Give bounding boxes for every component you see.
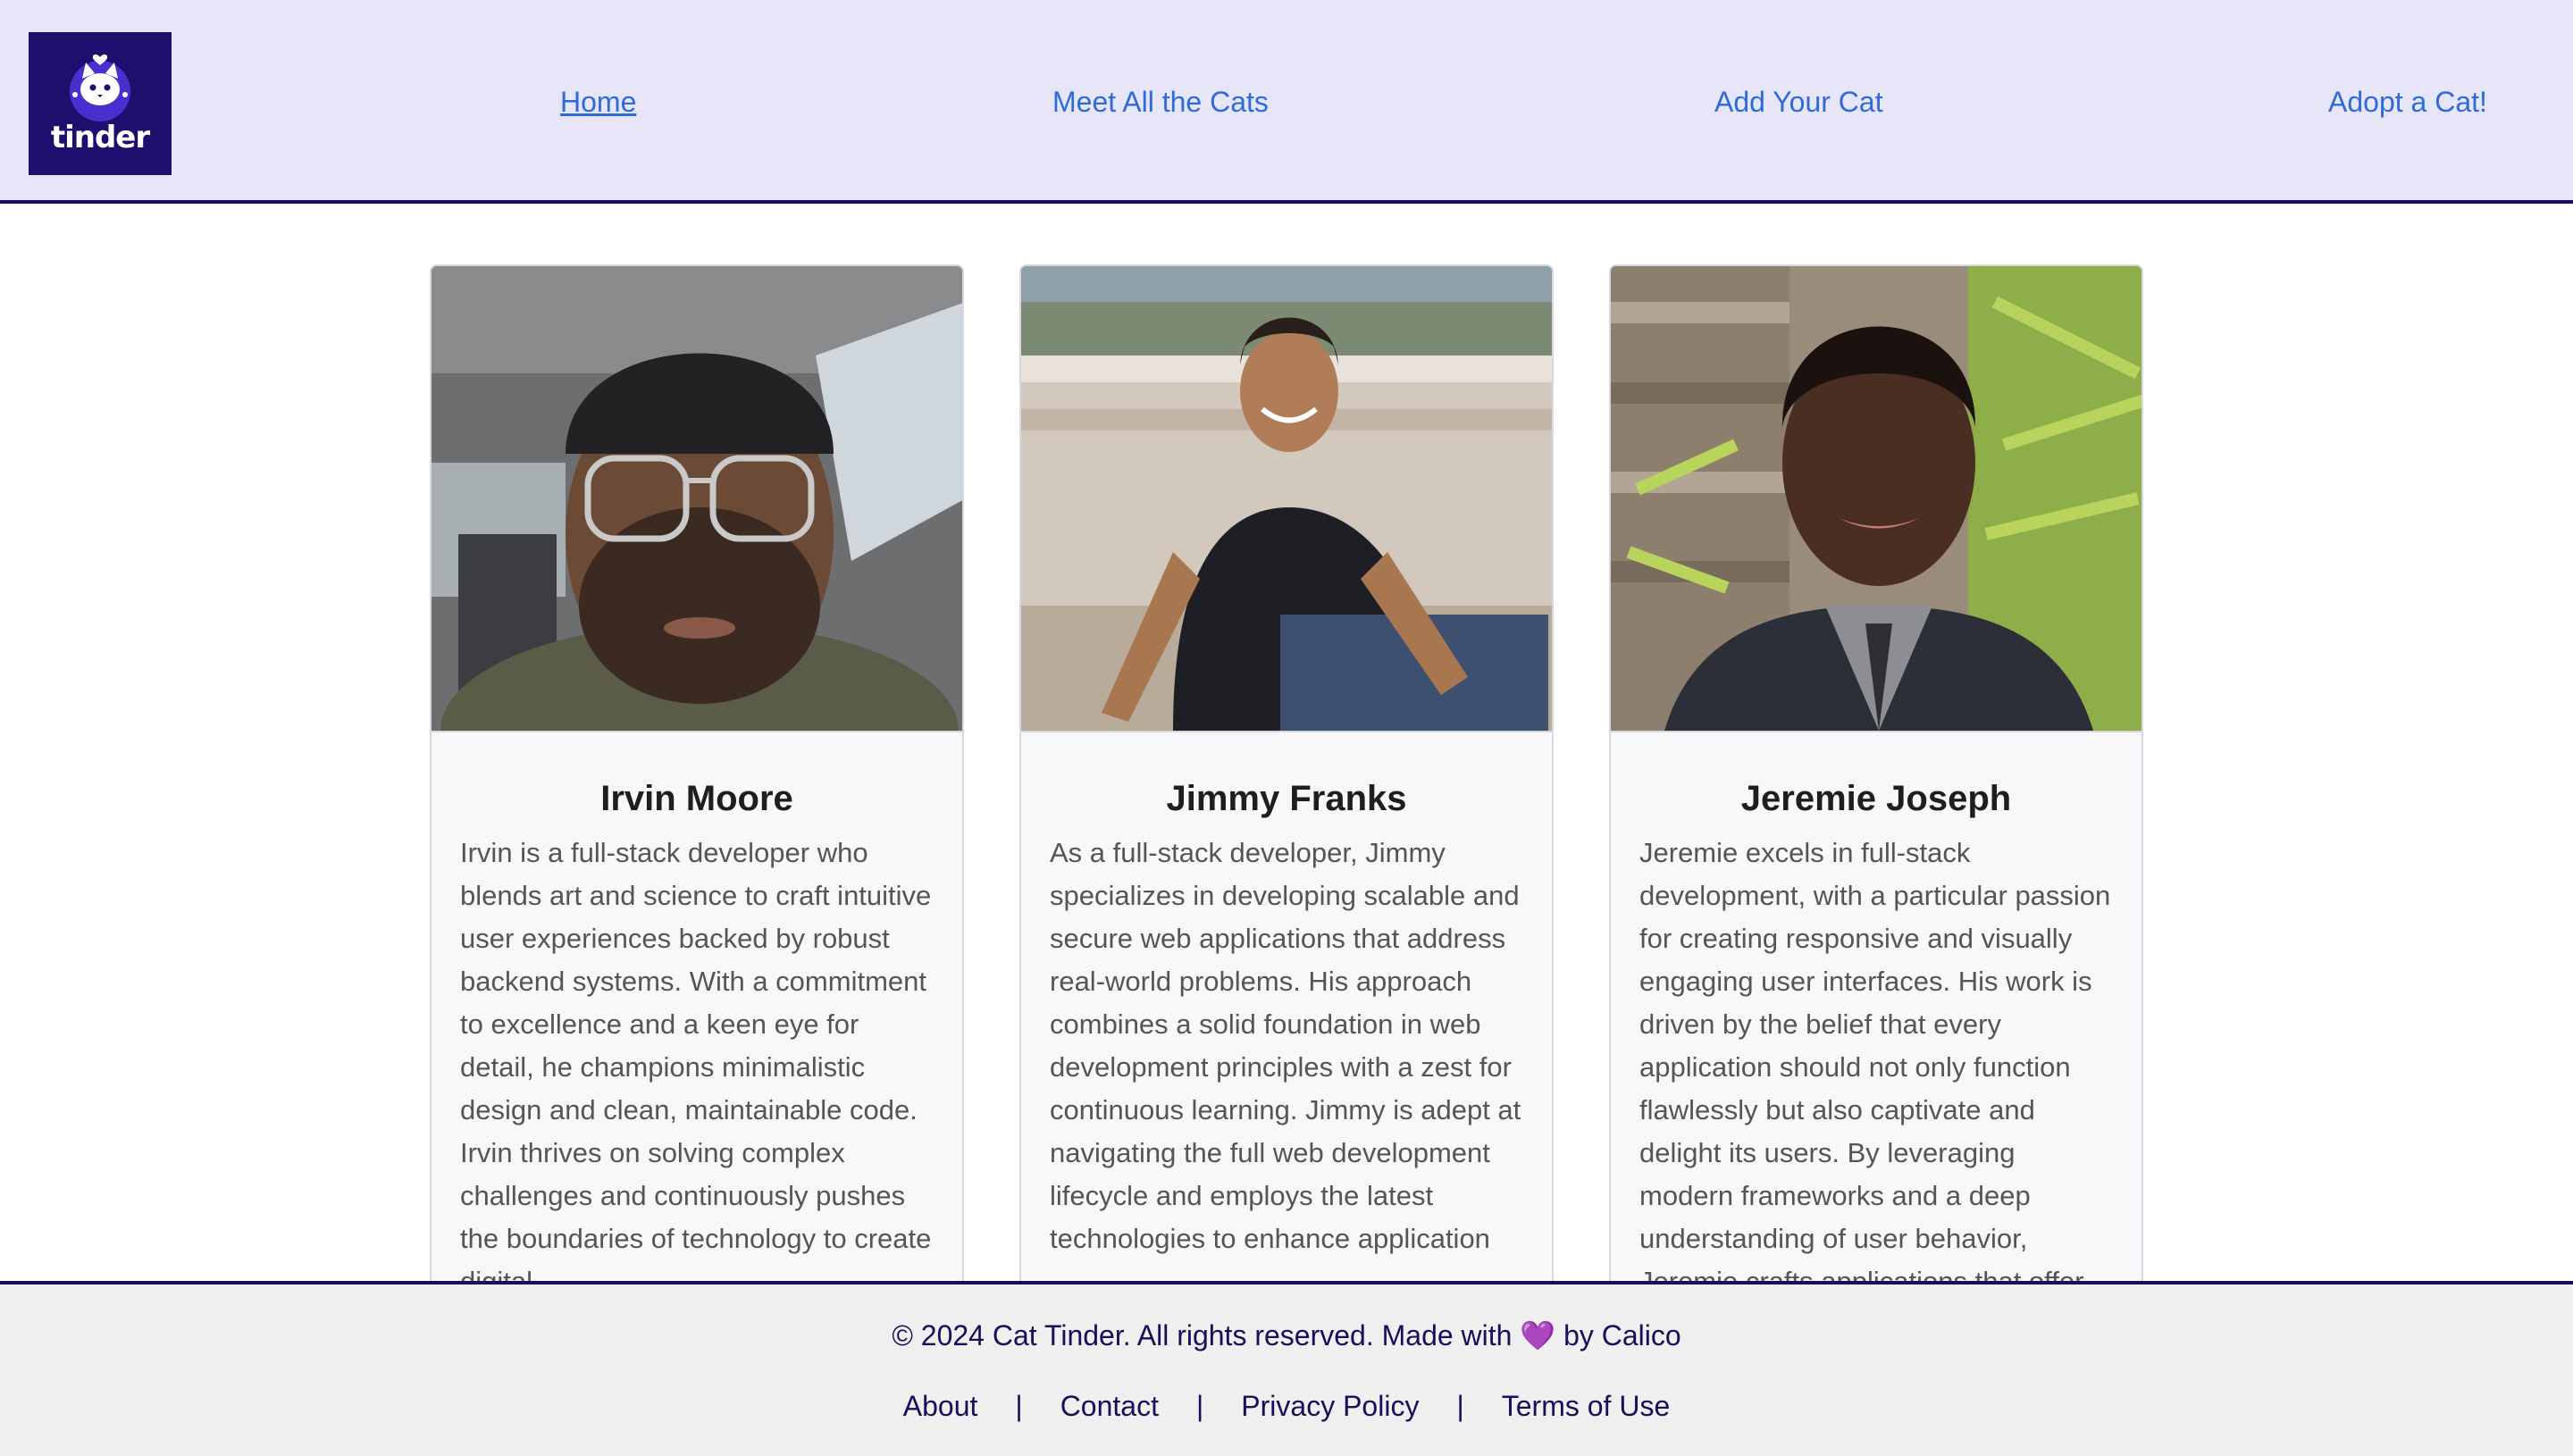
profile-card[interactable]: Jimmy Franks As a full-stack developer, … [1019, 264, 1554, 1281]
profile-card[interactable]: Jeremie Joseph Jeremie excels in full-st… [1609, 264, 2143, 1281]
site-header: tinder Home Meet All the Cats Add Your C… [0, 0, 2573, 204]
footer-contact-link[interactable]: Contact [1060, 1390, 1159, 1423]
copyright-text: © 2024 Cat Tinder. All rights reserved. … [0, 1318, 2573, 1352]
brand-name: tinder [50, 120, 150, 155]
footer-links: About | Contact | Privacy Policy | Terms… [0, 1390, 2573, 1423]
heart-icon: 💜 [1520, 1319, 1556, 1351]
profile-card[interactable]: Irvin Moore Irvin is a full-stack develo… [430, 264, 964, 1281]
profile-name: Irvin Moore [600, 779, 793, 818]
profile-name: Jeremie Joseph [1740, 779, 2012, 818]
site-footer: © 2024 Cat Tinder. All rights reserved. … [0, 1281, 2573, 1456]
profile-cards-area: Irvin Moore Irvin is a full-stack develo… [0, 204, 2573, 1281]
cat-heart-icon [70, 54, 130, 121]
profile-bio: Irvin is a full-stack developer who blen… [460, 837, 932, 1281]
profile-bio: Jeremie excels in full-stack development… [1639, 837, 2111, 1281]
footer-separator: | [1195, 1390, 1204, 1422]
nav-home-link[interactable]: Home [560, 86, 636, 119]
nav-add-cat-link[interactable]: Add Your Cat [1714, 86, 1883, 119]
profile-photo [1611, 266, 2141, 732]
copyright-suffix: by Calico [1563, 1319, 1681, 1351]
footer-privacy-link[interactable]: Privacy Policy [1241, 1390, 1419, 1423]
footer-about-link[interactable]: About [903, 1390, 978, 1423]
nav-adopt-cat-link[interactable]: Adopt a Cat! [2328, 86, 2487, 119]
profile-bio: As a full-stack developer, Jimmy special… [1050, 837, 1521, 1254]
profile-photo [1021, 266, 1552, 732]
copyright-prefix: © 2024 Cat Tinder. All rights reserved. … [892, 1319, 1513, 1351]
footer-separator: | [1456, 1390, 1464, 1422]
footer-separator: | [1015, 1390, 1023, 1422]
brand-logo[interactable]: tinder [29, 32, 172, 175]
footer-terms-link[interactable]: Terms of Use [1502, 1390, 1670, 1423]
nav-meet-cats-link[interactable]: Meet All the Cats [1052, 86, 1269, 119]
profile-photo [432, 266, 962, 732]
profile-name: Jimmy Franks [1166, 779, 1407, 818]
